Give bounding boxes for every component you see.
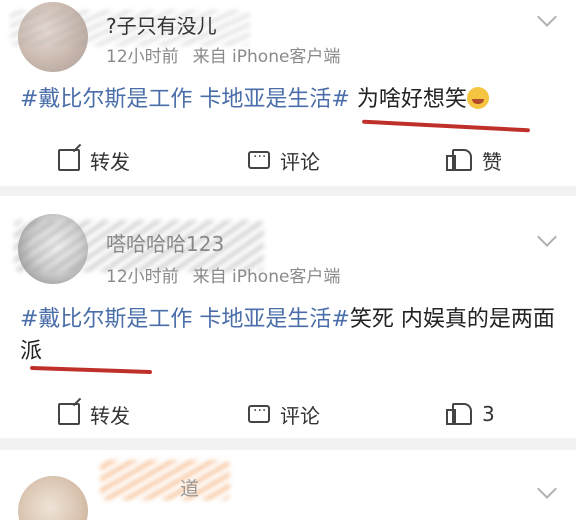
post-text: 为啥好想笑 (356, 87, 467, 112)
post-meta: 12小时前 来自 iPhone客户端 (106, 262, 340, 287)
forward-label: 转发 (90, 403, 130, 428)
post-time: 12小时前 (106, 267, 179, 287)
forward-icon (58, 149, 80, 171)
weibo-post: ?子只有没儿 12小时前 来自 iPhone客户端 #戴比尔斯是工作 卡地亚是生活… (0, 0, 576, 186)
post-meta: 12小时前 来自 iPhone客户端 (106, 42, 340, 67)
forward-button[interactable]: 转发 (58, 394, 130, 434)
post-time: 12小时前 (106, 47, 179, 67)
laughing-emoji-icon (466, 87, 489, 109)
username[interactable]: 嗒哈哈哈123 (106, 228, 224, 257)
action-bar: 转发 评论 3 (0, 394, 576, 434)
topic-hashtag[interactable]: #戴比尔斯是工作 卡地亚是生活# (20, 87, 350, 112)
chevron-down-icon[interactable] (537, 7, 557, 27)
username[interactable]: 道 (180, 474, 199, 501)
post-content: #戴比尔斯是工作 卡地亚是生活#笑死 内娱真的是两面派 (20, 304, 556, 368)
like-icon (446, 403, 472, 425)
post-source: 来自 iPhone客户端 (192, 267, 341, 287)
like-button[interactable]: 3 (446, 394, 495, 434)
like-count: 3 (482, 402, 495, 426)
like-button[interactable]: 赞 (446, 140, 502, 180)
action-bar: 转发 评论 赞 (0, 140, 576, 180)
post-source: 来自 iPhone客户端 (192, 47, 341, 67)
comment-icon (248, 149, 270, 169)
comment-button[interactable]: 评论 (248, 394, 320, 434)
redaction-scribble (100, 460, 230, 500)
comment-button[interactable]: 评论 (248, 140, 320, 180)
username[interactable]: ?子只有没儿 (106, 10, 217, 39)
like-icon (446, 149, 472, 171)
like-label: 赞 (482, 149, 502, 174)
comment-icon (248, 403, 270, 423)
comment-label: 评论 (280, 403, 320, 428)
forward-icon (58, 403, 80, 425)
post-content: #戴比尔斯是工作 卡地亚是生活# 为啥好想笑 (20, 84, 556, 116)
topic-hashtag[interactable]: #戴比尔斯是工作 卡地亚是生活# (20, 307, 350, 332)
red-underline-annotation (362, 119, 530, 133)
forward-button[interactable]: 转发 (58, 140, 130, 180)
comment-label: 评论 (280, 149, 320, 174)
forward-label: 转发 (90, 149, 130, 174)
